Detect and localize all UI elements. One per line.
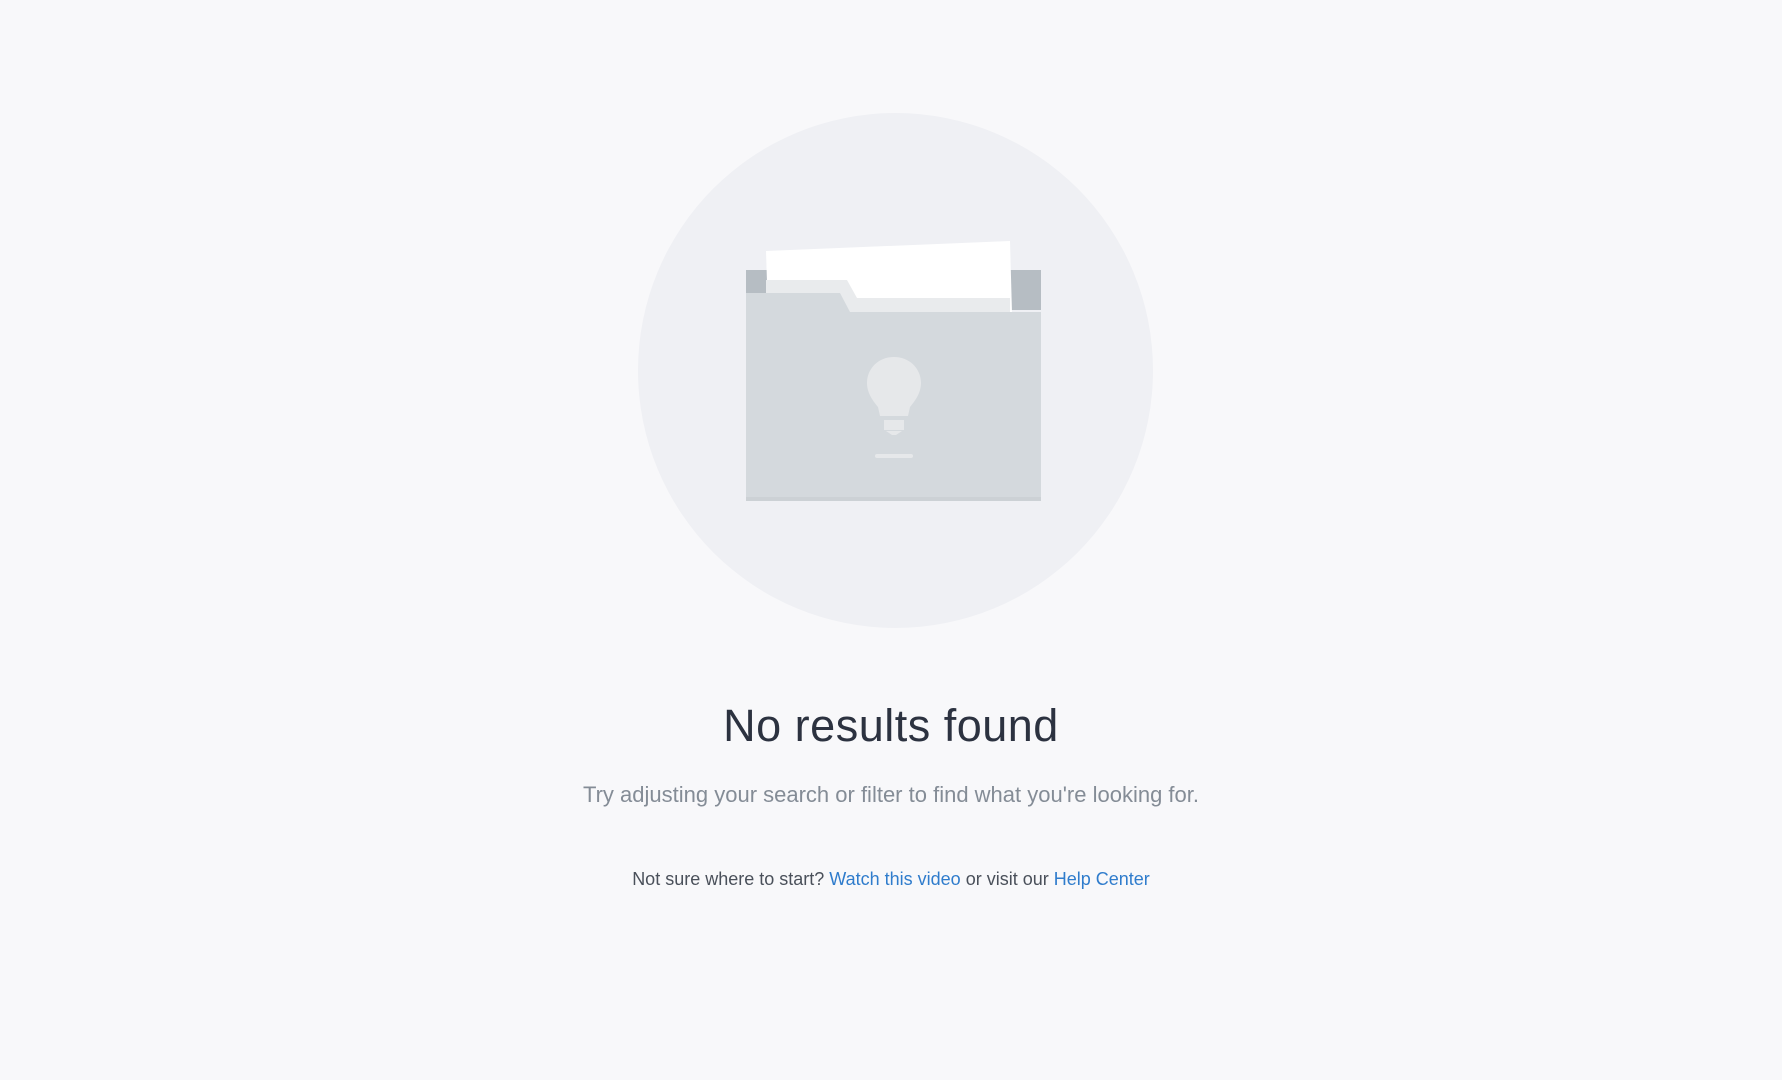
empty-state-subtitle: Try adjusting your search or filter to f… [582, 782, 1199, 807]
empty-state-page: No results found Try adjusting your sear… [0, 0, 1782, 1080]
help-line: Not sure where to start? Watch this vide… [0, 869, 1782, 890]
help-center-link[interactable]: Help Center [1054, 869, 1150, 889]
empty-state-title: No results found [723, 700, 1059, 751]
watch-video-link[interactable]: Watch this video [829, 869, 960, 889]
help-prefix-text: Not sure where to start? [632, 869, 825, 889]
illustration-circle [638, 113, 1153, 628]
help-middle-text: or visit our [965, 869, 1049, 889]
folder-lightbulb-icon [746, 241, 1041, 501]
